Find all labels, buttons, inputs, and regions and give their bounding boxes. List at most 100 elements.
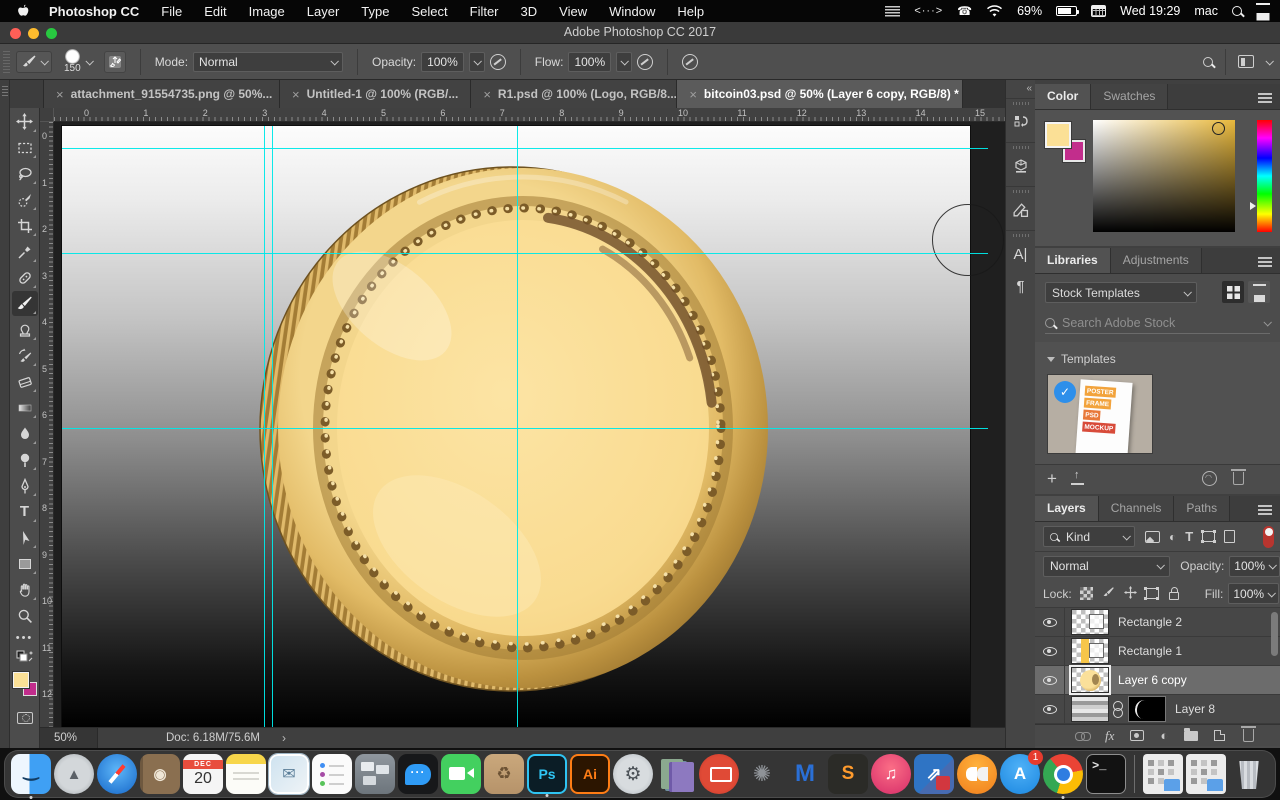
eraser-tool[interactable]	[12, 369, 38, 394]
delete-library-item-button[interactable]	[1233, 472, 1244, 485]
dock-ibooks-icon[interactable]	[957, 754, 997, 794]
lock-artboard-icon[interactable]	[1146, 588, 1159, 599]
dock-trash-icon[interactable]	[1229, 754, 1269, 794]
tab-paths[interactable]: Paths	[1174, 496, 1230, 521]
filter-smart-objects-icon[interactable]	[1224, 530, 1235, 543]
layer-name[interactable]: Rectangle 2	[1118, 615, 1182, 629]
panel-grip[interactable]	[1013, 146, 1029, 149]
filter-kind-select[interactable]: Kind	[1043, 526, 1135, 547]
spot-healing-brush-tool[interactable]	[12, 265, 38, 290]
panel-menu-icon[interactable]	[1258, 93, 1272, 95]
dock-vmware-icon[interactable]: ⇗	[914, 754, 954, 794]
tab-untitled-1[interactable]: × Untitled-1 @ 100% (RGB/...	[280, 80, 471, 108]
vertical-ruler[interactable]: 0123456789101112	[40, 122, 54, 727]
layer-name[interactable]: Rectangle 1	[1118, 644, 1182, 658]
character-panel-icon[interactable]: A|	[1009, 242, 1033, 266]
lock-all-icon[interactable]	[1169, 592, 1179, 600]
quick-mask-button[interactable]	[12, 705, 38, 730]
swap-colors-icon[interactable]	[12, 648, 38, 668]
workspace-chevron[interactable]	[1265, 57, 1273, 65]
rectangle-shape-tool[interactable]	[12, 551, 38, 576]
dock-launchpad-icon[interactable]: ▲	[54, 754, 94, 794]
layer-thumbnail[interactable]	[1071, 609, 1109, 635]
brush-tool[interactable]	[12, 291, 38, 316]
tab-color[interactable]: Color	[1035, 84, 1091, 109]
dock-safari-icon[interactable]	[97, 754, 137, 794]
dock-reminders-icon[interactable]	[312, 754, 352, 794]
lock-transparency-icon[interactable]	[1080, 587, 1093, 600]
templates-section-header[interactable]: Templates	[1035, 342, 1280, 374]
dock-notebooks-icon[interactable]	[656, 754, 696, 794]
dock-mission-control-icon[interactable]	[355, 754, 395, 794]
menu-window[interactable]: Window	[609, 4, 655, 19]
lock-position-icon[interactable]	[1124, 586, 1137, 602]
dock-appstore-icon[interactable]: A1	[1000, 754, 1040, 794]
dock-tribal-icon[interactable]: ✺	[742, 754, 782, 794]
brush-picker-chevron[interactable]	[85, 57, 93, 65]
history-panel-icon[interactable]	[1009, 110, 1033, 134]
layer-visibility-toggle[interactable]	[1035, 637, 1065, 665]
vertical-guide[interactable]	[517, 126, 518, 727]
layer-thumbnail[interactable]	[1071, 667, 1109, 693]
menu-layer[interactable]: Layer	[307, 4, 340, 19]
tab-attachment-png[interactable]: × attachment_91554735.png @ 50%...	[44, 80, 280, 108]
tab-channels[interactable]: Channels	[1099, 496, 1175, 521]
ruler-origin-corner[interactable]	[40, 108, 54, 122]
menu-select[interactable]: Select	[411, 4, 447, 19]
move-tool[interactable]	[12, 109, 38, 134]
menubar-username[interactable]: mac	[1194, 4, 1218, 18]
dodge-tool[interactable]	[12, 447, 38, 472]
new-adjustment-layer-button[interactable]: ◐	[1160, 728, 1168, 743]
creative-cloud-sync-icon[interactable]	[1202, 471, 1217, 486]
notification-center-icon[interactable]	[1256, 3, 1270, 13]
horizontal-ruler[interactable]: 0123456789101112131415	[54, 108, 1005, 122]
history-brush-tool[interactable]	[12, 343, 38, 368]
grid-view-button[interactable]	[1222, 281, 1244, 303]
menu-file[interactable]: File	[161, 4, 182, 19]
dock-folder-b-icon[interactable]	[1186, 754, 1226, 794]
paragraph-panel-icon[interactable]: ¶	[1009, 274, 1033, 298]
styles-panel-icon[interactable]	[1009, 198, 1033, 222]
dock-calendar-icon[interactable]: DEC20	[183, 754, 223, 794]
hue-slider[interactable]	[1257, 120, 1272, 232]
document-viewport[interactable]	[54, 122, 1005, 727]
toggle-brush-panel-button[interactable]	[104, 51, 126, 73]
layer-row-rectangle-1[interactable]: Rectangle 1	[1035, 637, 1280, 666]
mask-link-icon[interactable]	[1113, 701, 1122, 717]
blur-tool[interactable]	[12, 421, 38, 446]
expand-panels-icon[interactable]: «	[1006, 80, 1035, 94]
layer-visibility-toggle[interactable]	[1035, 695, 1065, 723]
menu-help[interactable]: Help	[677, 4, 704, 19]
layer-row-layer-8[interactable]: Layer 8	[1035, 695, 1280, 724]
spotlight-search-icon[interactable]	[1232, 6, 1242, 16]
layer-visibility-toggle[interactable]	[1035, 666, 1065, 694]
add-layer-mask-button[interactable]	[1130, 730, 1144, 741]
code-brackets-icon[interactable]: <···>	[914, 5, 943, 17]
gradient-tool[interactable]	[12, 395, 38, 420]
panel-grip[interactable]	[1013, 190, 1029, 193]
tab-bitcoin03-psd[interactable]: × bitcoin03.psd @ 50% (Layer 6 copy, RGB…	[677, 80, 963, 108]
dock-sublime-icon[interactable]: S	[828, 754, 868, 794]
layer-filter-toggle[interactable]	[1263, 526, 1274, 548]
foreground-color-swatch[interactable]	[1045, 122, 1071, 148]
dock-finder-icon[interactable]	[11, 754, 51, 794]
panel-grip[interactable]	[1013, 102, 1029, 105]
horizontal-guide[interactable]	[62, 428, 988, 429]
options-bar-grip[interactable]	[3, 51, 10, 73]
dock-illustrator-icon[interactable]: Ai	[570, 754, 610, 794]
dock-malwarebytes-icon[interactable]: M	[785, 754, 825, 794]
hand-tool[interactable]	[12, 577, 38, 602]
blend-mode-select[interactable]: Normal	[193, 52, 343, 72]
tab-layers[interactable]: Layers	[1035, 496, 1099, 521]
dock-photoshop-icon[interactable]: Ps	[527, 754, 567, 794]
quick-selection-tool[interactable]	[12, 187, 38, 212]
pressure-size-icon[interactable]	[682, 54, 698, 70]
vertical-guide[interactable]	[264, 126, 265, 727]
edit-toolbar-ellipsis[interactable]: •••	[12, 629, 38, 647]
menu-filter[interactable]: Filter	[470, 4, 499, 19]
vertical-guide[interactable]	[272, 126, 273, 727]
dock-messages-icon[interactable]: ···	[398, 754, 438, 794]
filter-type-layers-icon[interactable]: T	[1185, 529, 1193, 544]
rectangular-marquee-tool[interactable]	[12, 135, 38, 160]
menubar-clock[interactable]: Wed 19:29	[1120, 4, 1180, 18]
